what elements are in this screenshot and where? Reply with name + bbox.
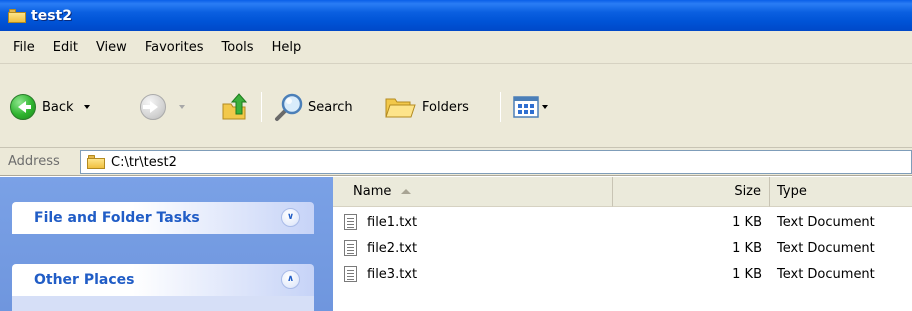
other-places-header[interactable]: Other Places ∧	[12, 264, 314, 296]
up-folder-button[interactable]	[220, 89, 250, 125]
column-name-label: Name	[353, 184, 392, 199]
file-row[interactable]: file3.txt 1 KB Text Document	[333, 262, 912, 286]
file-name: file3.txt	[367, 266, 418, 282]
menu-tools[interactable]: Tools	[213, 37, 263, 58]
text-file-icon	[344, 214, 357, 230]
views-button[interactable]	[512, 89, 548, 125]
other-places-title: Other Places	[34, 272, 135, 288]
menu-edit[interactable]: Edit	[44, 37, 87, 58]
views-icon	[513, 96, 539, 118]
back-label: Back	[42, 99, 74, 115]
forward-dropdown-icon[interactable]	[179, 105, 185, 109]
back-dropdown-icon[interactable]	[83, 105, 90, 109]
title-bar[interactable]: test2	[0, 0, 912, 31]
toolbar: Back Search Folders	[0, 64, 912, 148]
address-path[interactable]: C:\tr\test2	[111, 155, 177, 170]
toolbar-separator	[261, 92, 262, 122]
views-dropdown-icon[interactable]	[542, 105, 548, 109]
sort-ascending-icon	[401, 189, 412, 194]
folder-icon	[8, 8, 26, 23]
back-button[interactable]: Back	[10, 89, 90, 125]
file-folder-tasks-title: File and Folder Tasks	[34, 210, 200, 226]
text-file-icon	[344, 240, 357, 256]
file-list: Name Size Type file1.txt 1 KB Text Docum…	[333, 177, 912, 311]
up-folder-icon	[222, 93, 248, 120]
folder-icon	[87, 155, 105, 169]
file-type: Text Document	[777, 240, 875, 256]
search-label: Search	[308, 99, 353, 115]
toolbar-separator	[500, 92, 501, 122]
column-type-label: Type	[777, 184, 807, 199]
other-places-body	[12, 296, 314, 311]
text-file-icon	[344, 266, 357, 282]
file-row[interactable]: file1.txt 1 KB Text Document	[333, 210, 912, 234]
back-arrow-icon	[10, 94, 36, 120]
file-name: file2.txt	[367, 240, 418, 256]
window-title: test2	[31, 7, 72, 24]
file-row[interactable]: file2.txt 1 KB Text Document	[333, 236, 912, 260]
folders-icon	[385, 98, 416, 118]
column-header-type[interactable]: Type	[770, 177, 912, 207]
folders-button[interactable]: Folders	[384, 89, 469, 125]
file-type: Text Document	[777, 266, 875, 282]
search-icon	[275, 93, 303, 121]
file-size: 1 KB	[732, 240, 762, 256]
file-name: file1.txt	[367, 214, 418, 230]
file-type: Text Document	[777, 214, 875, 230]
forward-button[interactable]	[140, 89, 185, 125]
menu-bar: File Edit View Favorites Tools Help	[0, 31, 912, 64]
column-size-label: Size	[734, 184, 761, 199]
address-field[interactable]: C:\tr\test2	[80, 150, 912, 174]
chevron-down-icon[interactable]: ∨	[281, 208, 300, 227]
column-header-size[interactable]: Size	[613, 177, 770, 207]
menu-favorites[interactable]: Favorites	[136, 37, 213, 58]
menu-help[interactable]: Help	[263, 37, 311, 58]
column-header-name[interactable]: Name	[333, 177, 613, 207]
file-folder-tasks-header[interactable]: File and Folder Tasks ∨	[12, 202, 314, 234]
file-size: 1 KB	[732, 214, 762, 230]
address-label: Address	[8, 154, 60, 169]
menu-view[interactable]: View	[87, 37, 136, 58]
forward-arrow-icon	[140, 94, 166, 120]
address-bar: Address C:\tr\test2	[0, 148, 912, 176]
chevron-up-icon[interactable]: ∧	[281, 270, 300, 289]
folders-label: Folders	[422, 99, 469, 115]
menu-file[interactable]: File	[4, 37, 44, 58]
search-button[interactable]: Search	[272, 89, 353, 125]
file-size: 1 KB	[732, 266, 762, 282]
task-pane: File and Folder Tasks ∨ Other Places ∧	[0, 177, 333, 311]
